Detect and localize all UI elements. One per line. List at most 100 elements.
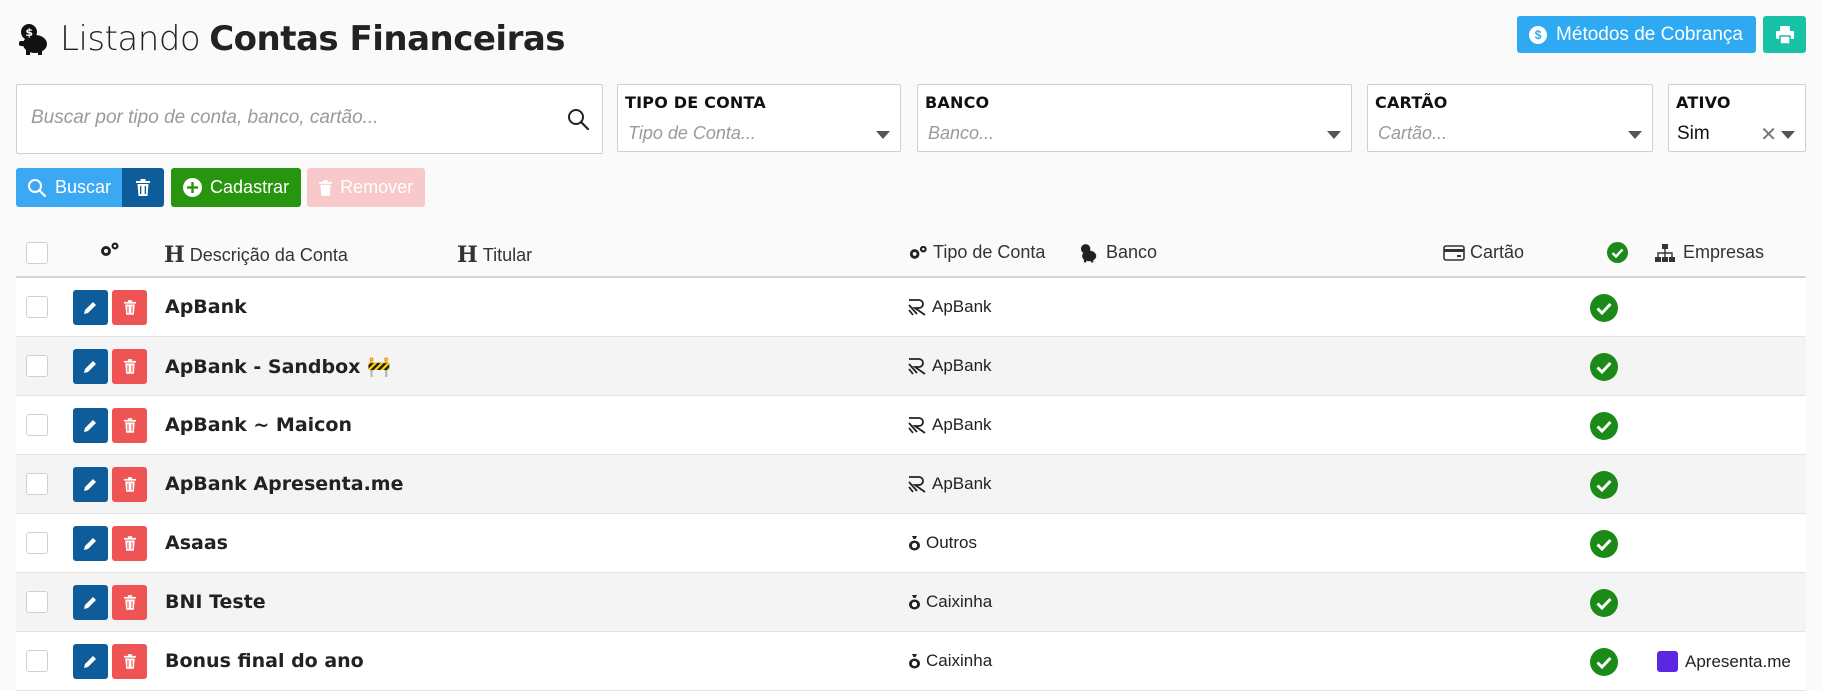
table-body: ApBank ApBank ApBank - Sandbox 🚧 ApBank ApBa… bbox=[16, 278, 1806, 691]
apbank-icon bbox=[908, 416, 926, 434]
buscar-label: Buscar bbox=[55, 177, 112, 197]
check-circle-icon bbox=[1590, 353, 1618, 381]
piggy-bank-icon bbox=[1080, 243, 1097, 262]
printer-icon bbox=[1775, 25, 1794, 44]
row-empresa-label: Apresenta.me bbox=[1685, 651, 1791, 671]
trash-icon bbox=[123, 418, 136, 433]
row-tipo-label: ApBank bbox=[932, 356, 992, 375]
row-checkbox[interactable] bbox=[26, 532, 48, 554]
column-ativo[interactable] bbox=[1607, 242, 1628, 263]
table-row[interactable]: ApBank ApBank bbox=[16, 278, 1806, 337]
row-ativo-status bbox=[1590, 589, 1618, 617]
row-descricao[interactable]: Asaas bbox=[165, 532, 228, 554]
search-icon bbox=[28, 178, 47, 197]
row-descricao[interactable]: ApBank - Sandbox 🚧 bbox=[165, 355, 391, 378]
edit-button[interactable] bbox=[73, 644, 108, 679]
column-titular[interactable]: H Titular bbox=[457, 242, 532, 268]
page-title: $ Listando Contas Financeiras bbox=[16, 19, 566, 59]
search-icon[interactable] bbox=[566, 107, 590, 131]
column-tipo-conta[interactable]: Tipo de Conta bbox=[907, 242, 1045, 263]
edit-button[interactable] bbox=[73, 585, 108, 620]
column-tipo-label: Tipo de Conta bbox=[933, 242, 1046, 262]
edit-button[interactable] bbox=[73, 349, 108, 384]
banco-label: BANCO bbox=[925, 93, 990, 112]
chevron-down-icon bbox=[1628, 131, 1642, 139]
trash-icon bbox=[123, 654, 136, 669]
table-row[interactable]: ApBank ~ Maicon ApBank bbox=[16, 396, 1806, 455]
edit-button[interactable] bbox=[73, 467, 108, 502]
print-button[interactable] bbox=[1763, 16, 1806, 53]
table-row[interactable]: Asaas Outros bbox=[16, 514, 1806, 573]
delete-button[interactable] bbox=[112, 290, 147, 325]
column-descricao-label: Descrição da Conta bbox=[189, 244, 348, 265]
row-checkbox[interactable] bbox=[26, 355, 48, 377]
row-tipo-label: ApBank bbox=[932, 474, 992, 493]
search-input[interactable] bbox=[31, 107, 551, 129]
column-banco[interactable]: Banco bbox=[1078, 242, 1157, 263]
row-checkbox[interactable] bbox=[26, 591, 48, 613]
ativo-select[interactable]: ATIVO Sim ✕ bbox=[1668, 84, 1806, 152]
cadastrar-label: Cadastrar bbox=[210, 177, 290, 197]
row-checkbox[interactable] bbox=[26, 650, 48, 672]
check-circle-icon bbox=[1590, 589, 1618, 617]
chevron-down-icon bbox=[876, 131, 890, 139]
row-descricao[interactable]: Bonus final do ano bbox=[165, 650, 364, 672]
edit-button[interactable] bbox=[73, 408, 108, 443]
row-checkbox[interactable] bbox=[26, 296, 48, 318]
select-all-checkbox[interactable] bbox=[26, 242, 48, 264]
clear-filters-button[interactable] bbox=[122, 168, 165, 207]
delete-button[interactable] bbox=[112, 526, 147, 561]
delete-button[interactable] bbox=[112, 644, 147, 679]
table-row[interactable]: ApBank Apresenta.me ApBank bbox=[16, 455, 1806, 514]
check-circle-icon bbox=[1590, 648, 1618, 676]
search-box bbox=[16, 84, 603, 154]
check-circle-icon bbox=[1607, 242, 1628, 263]
svg-text:$: $ bbox=[25, 26, 32, 39]
buscar-button[interactable]: Buscar bbox=[16, 168, 123, 207]
row-descricao[interactable]: ApBank bbox=[165, 296, 247, 318]
delete-button[interactable] bbox=[112, 585, 147, 620]
delete-button[interactable] bbox=[112, 349, 147, 384]
row-checkbox[interactable] bbox=[26, 473, 48, 495]
cartao-select[interactable]: CARTÃO Cartão... bbox=[1367, 84, 1653, 152]
tipo-conta-select[interactable]: TIPO DE CONTA Tipo de Conta... bbox=[617, 84, 901, 152]
pencil-icon bbox=[84, 538, 96, 550]
edit-button[interactable] bbox=[73, 290, 108, 325]
table-row[interactable]: Bonus final do ano Caixinha Apresenta.me bbox=[16, 632, 1806, 691]
row-tipo-conta: Outros bbox=[908, 533, 977, 553]
page-header: $ Listando Contas Financeiras $ Métodos … bbox=[16, 16, 1806, 62]
money-bag-icon bbox=[909, 595, 920, 610]
row-empresa: Apresenta.me bbox=[1657, 651, 1791, 672]
gears-icon bbox=[909, 245, 927, 259]
money-bag-icon bbox=[909, 654, 920, 669]
table-row[interactable]: ApBank - Sandbox 🚧 ApBank bbox=[16, 337, 1806, 396]
edit-button[interactable] bbox=[73, 526, 108, 561]
delete-button[interactable] bbox=[112, 408, 147, 443]
row-ativo-status bbox=[1590, 294, 1618, 322]
clear-icon[interactable]: ✕ bbox=[1760, 122, 1777, 147]
row-descricao[interactable]: BNI Teste bbox=[165, 591, 266, 613]
row-tipo-conta: Caixinha bbox=[908, 651, 992, 671]
trash-icon bbox=[123, 359, 136, 374]
metodos-cobranca-button[interactable]: $ Métodos de Cobrança bbox=[1517, 16, 1756, 53]
row-ativo-status bbox=[1590, 530, 1618, 558]
remover-button[interactable]: Remover bbox=[307, 168, 426, 207]
title-bold: Contas Financeiras bbox=[209, 19, 566, 59]
table-header: H Descrição da Conta H Titular Tipo de C… bbox=[16, 228, 1806, 278]
row-tipo-label: Outros bbox=[926, 533, 978, 552]
column-descricao[interactable]: H Descrição da Conta bbox=[164, 242, 348, 268]
row-descricao[interactable]: ApBank ~ Maicon bbox=[165, 414, 352, 436]
pencil-icon bbox=[84, 302, 96, 314]
banco-select[interactable]: BANCO Banco... bbox=[917, 84, 1352, 152]
column-cartao[interactable]: Cartão bbox=[1443, 242, 1524, 263]
row-checkbox[interactable] bbox=[26, 414, 48, 436]
delete-button[interactable] bbox=[112, 467, 147, 502]
sitemap-icon bbox=[1655, 243, 1675, 262]
ativo-value: Sim bbox=[1677, 123, 1710, 144]
cadastrar-button[interactable]: Cadastrar bbox=[171, 168, 302, 207]
row-ativo-status bbox=[1590, 353, 1618, 381]
column-empresas[interactable]: Empresas bbox=[1655, 242, 1764, 263]
table-row[interactable]: BNI Teste Caixinha bbox=[16, 573, 1806, 632]
row-descricao[interactable]: ApBank Apresenta.me bbox=[165, 473, 403, 495]
ativo-label: ATIVO bbox=[1676, 93, 1731, 112]
